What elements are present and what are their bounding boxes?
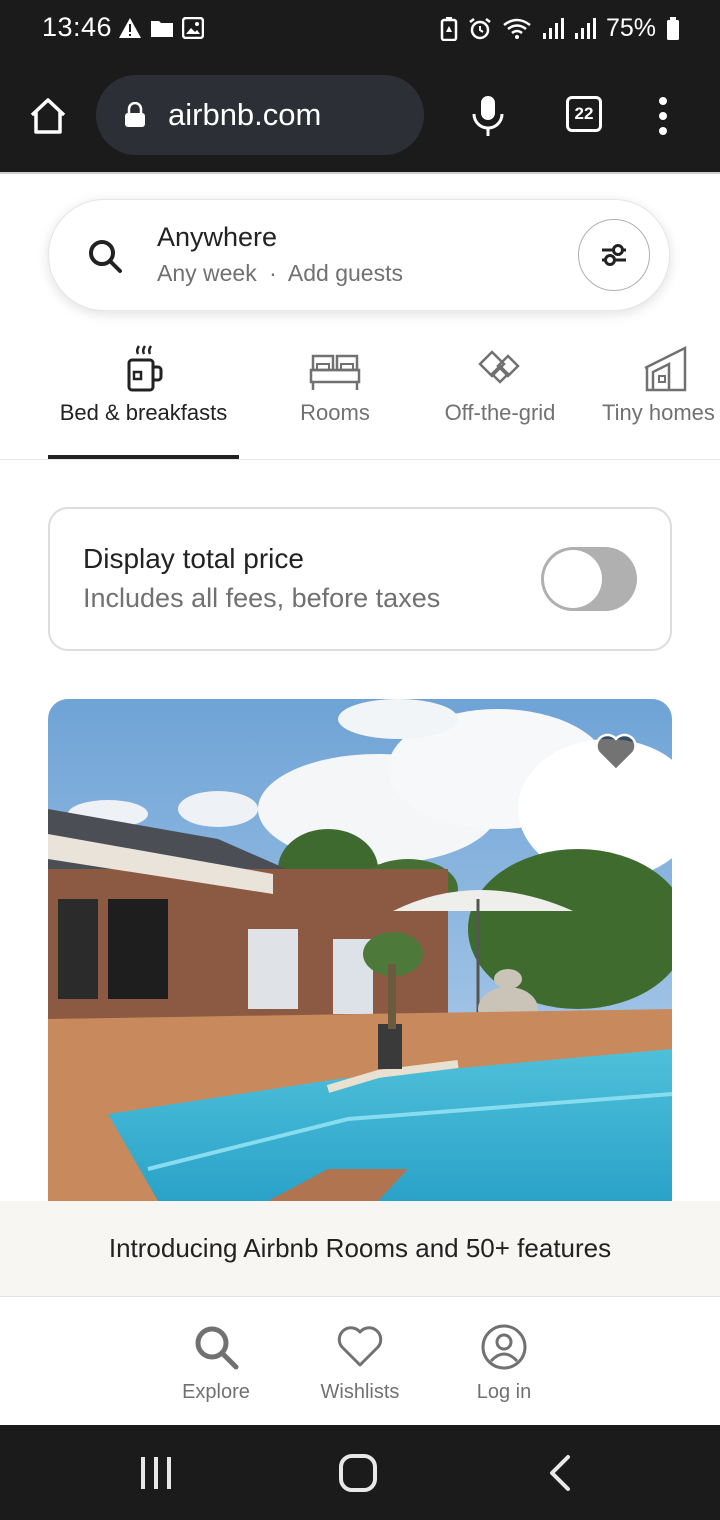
search-details: Any week · Add guests — [157, 260, 403, 287]
nav-label: Wishlists — [320, 1381, 400, 1403]
display-total-price-card: Display total price Includes all fees, b… — [48, 507, 672, 651]
home-icon[interactable] — [338, 1453, 378, 1493]
nav-explore[interactable]: Explore — [166, 1297, 266, 1425]
nav-label: Log in — [476, 1381, 532, 1403]
status-time: 13:46 — [42, 12, 113, 42]
recents-icon[interactable] — [138, 1453, 174, 1493]
alarm-icon — [469, 17, 491, 39]
off-the-grid-icon — [478, 350, 520, 384]
listing-photo[interactable] — [48, 699, 672, 1201]
heart-outline-icon — [337, 1326, 383, 1367]
tabs-button[interactable]: 22 — [566, 96, 602, 132]
mic-icon[interactable] — [470, 94, 506, 138]
tab-count: 22 — [574, 104, 594, 123]
system-navigation-bar — [0, 1425, 720, 1520]
folder-icon — [151, 21, 173, 37]
category-label: Off-the-grid — [444, 400, 556, 425]
address-bar[interactable]: airbnb.com — [96, 75, 424, 155]
more-vert-icon[interactable] — [652, 96, 674, 136]
bed-breakfast-icon — [127, 345, 162, 392]
warning-icon — [119, 18, 141, 38]
feature-banner[interactable]: Introducing Airbnb Rooms and 50+ feature… — [0, 1201, 720, 1296]
status-bar: 13:46 75% — [0, 0, 720, 58]
search-week: Any week — [157, 260, 257, 286]
category-label: Tiny homes — [602, 400, 715, 425]
category-label: Bed & breakfasts — [59, 400, 228, 425]
search-guests: Add guests — [287, 260, 403, 286]
heart-icon[interactable] — [594, 733, 638, 773]
lock-icon — [125, 102, 145, 127]
category-bed-breakfasts[interactable]: Bed & breakfasts — [48, 338, 239, 460]
battery-percent: 75% — [605, 14, 656, 42]
price-toggle-title: Display total price — [83, 543, 304, 574]
search-bar[interactable]: Anywhere Any week · Add guests — [48, 199, 670, 311]
rooms-icon — [309, 354, 361, 390]
search-location: Anywhere — [157, 222, 278, 252]
category-label: Rooms — [300, 400, 370, 425]
total-price-toggle[interactable] — [541, 547, 637, 611]
wifi-icon — [503, 18, 531, 39]
battery-saver-icon — [440, 16, 458, 41]
category-rooms[interactable]: Rooms — [290, 338, 380, 460]
status-left-icons — [118, 17, 204, 39]
status-right-icons: 75% — [440, 14, 680, 43]
nav-login[interactable]: Log in — [454, 1297, 554, 1425]
browser-toolbar: airbnb.com 22 — [0, 58, 720, 172]
search-separator: · — [269, 260, 277, 286]
signal-icon — [542, 17, 564, 39]
price-toggle-subtitle: Includes all fees, before taxes — [83, 583, 441, 613]
category-off-the-grid[interactable]: Off-the-grid — [430, 338, 570, 460]
home-icon[interactable] — [28, 96, 68, 136]
category-tiny-homes[interactable]: Tiny homes — [602, 338, 720, 460]
tiny-home-icon — [644, 345, 687, 392]
nav-label: Explore — [182, 1381, 250, 1403]
category-bar: Bed & breakfasts Rooms Off-the-grid Tiny… — [0, 338, 720, 460]
battery-icon — [667, 16, 679, 40]
nav-wishlists[interactable]: Wishlists — [310, 1297, 410, 1425]
back-icon[interactable] — [546, 1453, 574, 1493]
category-divider — [0, 459, 720, 460]
banner-text: Introducing Airbnb Rooms and 50+ feature… — [108, 1233, 612, 1263]
url-text: airbnb.com — [168, 97, 322, 132]
house-with-pool-photo — [48, 699, 672, 1201]
bottom-navigation: Explore Wishlists Log in — [0, 1297, 720, 1425]
browser-divider — [0, 172, 720, 174]
filter-button[interactable] — [578, 219, 650, 291]
profile-icon — [481, 1324, 527, 1370]
image-icon — [182, 17, 204, 39]
search-icon — [195, 1326, 239, 1370]
search-icon — [89, 240, 122, 273]
filter-icon — [602, 244, 626, 266]
toggle-knob — [544, 550, 602, 608]
signal-icon — [574, 17, 596, 39]
